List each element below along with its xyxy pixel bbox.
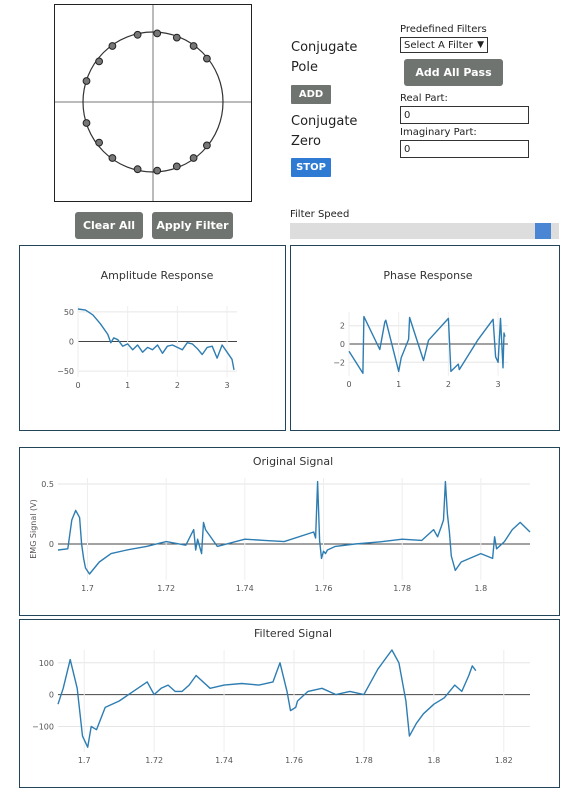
x-tick-label: 1.78: [393, 584, 411, 593]
zero-marker[interactable]: [82, 119, 91, 127]
y-tick-label: −100: [32, 723, 54, 732]
x-tick-label: 1: [396, 380, 401, 389]
imaginary-part-label: Imaginary Part:: [400, 127, 477, 138]
filter-speed-slider[interactable]: [290, 223, 559, 239]
filtered-signal-chart: Filtered Signal 100 0 −100 1.7 1.72 1.74 1.76 1.…: [32, 627, 530, 765]
zero-marker[interactable]: [133, 30, 142, 39]
x-tick-label: 3: [496, 380, 501, 389]
x-tick-label: 1.82: [495, 756, 513, 765]
x-tick-label: 1.78: [355, 756, 373, 765]
x-tick-label: 0: [75, 381, 80, 390]
y-tick-label: 0: [69, 338, 74, 347]
conjugate-pole-label-line1: Conjugate: [291, 40, 358, 55]
series-line: [348, 315, 506, 375]
amplitude-response-panel: Amplitude Response 50 0 −50 0 1 2 3: [19, 245, 286, 431]
conjugate-zero-label-line2: Zero: [291, 134, 321, 149]
y-tick-label: 50: [64, 308, 74, 317]
chart-title: Filtered Signal: [254, 627, 332, 640]
predefined-filter-selected: Select A Filter: [404, 39, 473, 51]
x-tick-label: 1: [125, 381, 130, 390]
zero-marker[interactable]: [203, 54, 211, 63]
series-line: [57, 649, 477, 748]
add-button[interactable]: ADD: [291, 85, 331, 104]
y-tick-label: 0.5: [41, 480, 54, 489]
conjugate-zero-label: Conjugate Zero: [291, 112, 357, 152]
predefined-filters-label: Predefined Filters: [400, 24, 487, 35]
x-tick-label: 1.76: [315, 584, 333, 593]
zero-marker[interactable]: [108, 154, 117, 162]
zero-marker[interactable]: [189, 42, 198, 50]
zero-marker[interactable]: [172, 33, 181, 42]
x-tick-label: 1.74: [236, 584, 254, 593]
y-tick-label: 100: [39, 659, 54, 668]
y-tick-label: 0: [340, 340, 345, 349]
zero-marker[interactable]: [82, 77, 91, 85]
zero-marker[interactable]: [133, 165, 142, 174]
y-tick-label: 0: [49, 691, 54, 700]
zero-marker[interactable]: [203, 141, 211, 150]
apply-filter-button[interactable]: Apply Filter: [152, 212, 233, 239]
conjugate-pole-label-line2: Pole: [291, 60, 318, 75]
x-tick-label: 1.8: [427, 756, 440, 765]
y-axis-label: EMG Signal (V): [29, 499, 38, 559]
x-tick-label: 3: [225, 381, 230, 390]
zero-marker[interactable]: [108, 42, 117, 50]
add-all-pass-button[interactable]: Add All Pass: [404, 59, 503, 86]
zero-marker[interactable]: [95, 138, 103, 147]
chevron-down-icon: ▼: [477, 40, 484, 50]
series-line: [57, 480, 531, 575]
zero-marker[interactable]: [153, 29, 162, 38]
y-tick-label: 2: [340, 322, 345, 331]
chart-title: Phase Response: [383, 269, 472, 282]
y-tick-label: −50: [57, 367, 74, 376]
predefined-filter-select[interactable]: Select A Filter ▼: [400, 37, 488, 53]
x-tick-label: 2: [446, 380, 451, 389]
x-tick-label: 1.72: [157, 584, 175, 593]
imaginary-part-input[interactable]: [400, 140, 529, 158]
x-tick-label: 1.74: [215, 756, 233, 765]
zero-marker[interactable]: [153, 166, 162, 175]
y-tick-label: −2: [333, 358, 345, 367]
clear-all-button[interactable]: Clear All: [75, 212, 143, 239]
x-tick-label: 1.7: [78, 756, 91, 765]
x-tick-label: 1.7: [81, 584, 94, 593]
x-tick-label: 1.72: [145, 756, 163, 765]
chart-title: Original Signal: [253, 455, 333, 468]
real-part-input[interactable]: [400, 106, 529, 124]
stop-button[interactable]: STOP: [291, 158, 331, 177]
filter-speed-slider-thumb[interactable]: [535, 223, 552, 239]
original-signal-panel: Original Signal 0.5 0 1.7 1.72 1.74 1.76 1.78 1.…: [19, 447, 560, 616]
zero-marker[interactable]: [172, 162, 181, 171]
x-tick-label: 0: [346, 380, 351, 389]
z-plane-canvas[interactable]: [55, 5, 251, 201]
chart-title: Amplitude Response: [101, 269, 214, 282]
zero-marker[interactable]: [95, 57, 103, 66]
phase-response-chart: Phase Response 2 0 −2 0 1 2 3: [333, 269, 508, 389]
filter-speed-label: Filter Speed: [290, 209, 350, 220]
conjugate-pole-label: Conjugate Pole: [291, 38, 357, 78]
phase-response-panel: Phase Response 2 0 −2 0 1 2 3: [290, 245, 560, 431]
original-signal-chart: Original Signal 0.5 0 1.7 1.72 1.74 1.76 1.78 1.…: [29, 455, 531, 593]
zero-marker[interactable]: [189, 154, 198, 162]
x-tick-label: 2: [175, 381, 180, 390]
real-part-label: Real Part:: [400, 93, 448, 104]
x-tick-label: 1.8: [474, 584, 487, 593]
filtered-signal-panel: Filtered Signal 100 0 −100 1.7 1.72 1.74 1.76 1.…: [19, 619, 560, 788]
y-tick-label: 0: [49, 540, 54, 549]
conjugate-zero-label-line1: Conjugate: [291, 114, 358, 129]
series-line: [77, 308, 235, 371]
z-plane-plot[interactable]: [54, 4, 252, 202]
amplitude-response-chart: Amplitude Response500−500 1 2 3: [57, 269, 237, 390]
x-tick-label: 1.76: [285, 756, 303, 765]
